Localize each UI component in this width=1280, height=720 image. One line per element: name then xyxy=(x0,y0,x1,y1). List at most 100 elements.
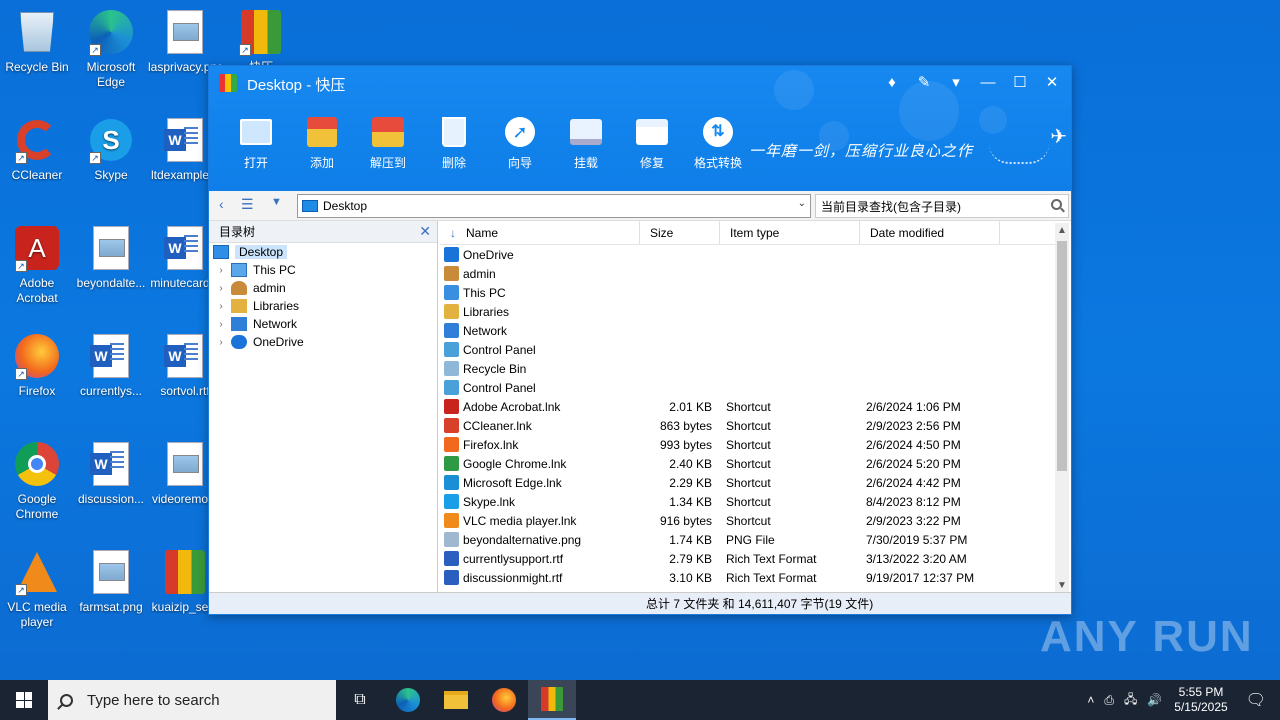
table-row[interactable]: Firefox.lnk 993 bytes Shortcut 2/6/2024 4:5… xyxy=(440,435,1055,454)
tool-extract-button[interactable]: 解压到 xyxy=(355,114,421,171)
taskbar-firefox[interactable] xyxy=(480,680,528,720)
desktop-icon-firefox[interactable]: ↗ Firefox xyxy=(0,332,74,399)
title-bar: Desktop - 快压 ♦ ✎ ▾ — ☐ ✕ 打开 添加 解压到 删除 ➚ … xyxy=(209,66,1071,191)
desktop-icon-skype[interactable]: S ↗ Skype xyxy=(74,116,148,183)
taskbar-file-explorer[interactable] xyxy=(432,680,480,720)
table-row[interactable]: admin xyxy=(440,264,1055,283)
device-icon[interactable]: ⎙ xyxy=(1104,693,1114,708)
table-row[interactable]: beyondalternative.png 1.74 KB PNG File 7/30… xyxy=(440,530,1055,549)
table-row[interactable]: Adobe Acrobat.lnk 2.01 KB Shortcut 2/6/2024… xyxy=(440,397,1055,416)
expand-arrow-icon[interactable]: › xyxy=(215,301,227,312)
tree-item-this-pc[interactable]: › This PC xyxy=(209,261,437,279)
table-row[interactable]: Google Chrome.lnk 2.40 KB Shortcut 2/6/2024… xyxy=(440,454,1055,473)
minimize-button[interactable]: — xyxy=(975,70,1001,94)
table-row[interactable]: discussionmight.rtf 3.10 KB Rich Text Form… xyxy=(440,568,1055,587)
tool-delete-button[interactable]: 删除 xyxy=(421,114,487,171)
file-date-cell: 2/6/2024 1:06 PM xyxy=(866,399,961,414)
desktop-icon-ccleaner[interactable]: ↗ CCleaner xyxy=(0,116,74,183)
table-row[interactable]: Libraries xyxy=(440,302,1055,321)
maximize-button[interactable]: ☐ xyxy=(1007,70,1033,94)
search-input[interactable]: 当前目录查找(包含子目录) xyxy=(815,194,1069,218)
file-size-cell: 1.34 KB xyxy=(669,494,712,509)
close-button[interactable]: ✕ xyxy=(1039,70,1065,94)
table-row[interactable]: Microsoft Edge.lnk 2.29 KB Shortcut 2/6/202… xyxy=(440,473,1055,492)
view-list-icon[interactable]: ☰ xyxy=(241,196,254,213)
desktop-icon-vlc[interactable]: ↗ VLC media player xyxy=(0,548,74,630)
table-row[interactable]: OneDrive xyxy=(440,245,1055,264)
file-size-cell: 3.10 KB xyxy=(669,570,712,585)
tool-mount-button[interactable]: 挂载 xyxy=(553,114,619,171)
directory-tree: 目录树 ✕ Desktop › This PC › admin › Librar… xyxy=(209,221,438,593)
desktop-icon-recycle-bin[interactable]: Recycle Bin xyxy=(0,8,74,75)
taskbar-kuaiya[interactable] xyxy=(528,680,576,720)
file-date-cell: 7/30/2019 5:37 PM xyxy=(866,532,968,547)
table-row[interactable]: VLC media player.lnk 916 bytes Shortcut 2/9… xyxy=(440,511,1055,530)
feedback-icon[interactable]: ✎ xyxy=(911,70,937,94)
notifications-icon[interactable]: 🗨 xyxy=(1246,690,1266,710)
tree-item-desktop[interactable]: Desktop xyxy=(209,243,437,261)
table-row[interactable]: currentlysupport.rtf 2.79 KB Rich Text For… xyxy=(440,549,1055,568)
tool-add-button[interactable]: 添加 xyxy=(289,114,355,171)
desktop-icon-currentlysupport[interactable]: W currentlys... xyxy=(74,332,148,399)
taskbar-edge[interactable] xyxy=(384,680,432,720)
file-list-scrollbar[interactable]: ▲ ▼ xyxy=(1055,223,1069,593)
tool-wizard-button[interactable]: ➚ 向导 xyxy=(487,114,553,171)
vip-diamond-icon[interactable]: ♦ xyxy=(879,70,905,94)
column-date-modified[interactable]: Date modified xyxy=(860,221,1000,245)
desktop-icon-farmsat[interactable]: farmsat.png xyxy=(74,548,148,615)
scroll-up-icon[interactable]: ▲ xyxy=(1057,225,1067,236)
search-icon xyxy=(60,693,73,707)
delete-icon xyxy=(436,114,472,150)
file-type-icon xyxy=(444,437,459,452)
view-dropdown-icon[interactable]: ▼ xyxy=(271,196,282,208)
tree-item-admin[interactable]: › admin xyxy=(209,279,437,297)
column-name[interactable]: ↓ Name xyxy=(440,221,640,245)
tool-repair-button[interactable]: 修复 xyxy=(619,114,685,171)
clock[interactable]: 5:55 PM 5/15/2025 xyxy=(1174,685,1227,715)
tool-open-button[interactable]: 打开 xyxy=(223,114,289,171)
expand-arrow-icon[interactable]: › xyxy=(215,337,227,348)
scroll-thumb[interactable] xyxy=(1057,241,1067,471)
table-row[interactable]: Control Panel xyxy=(440,378,1055,397)
table-row[interactable]: Network xyxy=(440,321,1055,340)
tree-item-onedrive[interactable]: › OneDrive xyxy=(209,333,437,351)
address-bar[interactable]: Desktop ⌄ xyxy=(297,194,811,218)
desktop-icon-microsoft-edge[interactable]: ↗ Microsoft Edge xyxy=(74,8,148,90)
file-size-cell: 2.01 KB xyxy=(669,399,712,414)
table-row[interactable]: This PC xyxy=(440,283,1055,302)
expand-arrow-icon[interactable]: › xyxy=(215,283,227,294)
table-row[interactable]: Recycle Bin xyxy=(440,359,1055,378)
scroll-down-icon[interactable]: ▼ xyxy=(1057,580,1067,591)
word-file-icon: W xyxy=(161,332,209,380)
search-icon[interactable] xyxy=(1051,199,1062,210)
table-row[interactable]: Control Panel xyxy=(440,340,1055,359)
table-row[interactable]: Skype.lnk 1.34 KB Shortcut 8/4/2023 8:12 PM xyxy=(440,492,1055,511)
tool-convert-button[interactable]: ⇅ 格式转换 xyxy=(685,114,751,171)
network-icon[interactable]: 🖧 xyxy=(1124,690,1137,711)
file-date-cell: 8/4/2023 8:12 PM xyxy=(866,494,961,509)
task-view-button[interactable]: ⧉ xyxy=(336,680,384,720)
start-button[interactable] xyxy=(0,680,48,720)
expand-arrow-icon[interactable]: › xyxy=(215,265,227,276)
file-name-cell: discussionmight.rtf xyxy=(440,570,640,585)
desktop-icon-adobe-acrobat[interactable]: A ↗ Adobe Acrobat xyxy=(0,224,74,306)
column-size[interactable]: Size xyxy=(640,221,720,245)
table-row[interactable]: CCleaner.lnk 863 bytes Shortcut 2/9/2023 2:… xyxy=(440,416,1055,435)
tree-item-network[interactable]: › Network xyxy=(209,315,437,333)
expand-arrow-icon[interactable]: › xyxy=(215,319,227,330)
menu-dropdown-icon[interactable]: ▾ xyxy=(943,70,969,94)
address-dropdown-icon[interactable]: ⌄ xyxy=(798,198,806,209)
volume-icon[interactable]: 🔊 xyxy=(1147,693,1162,707)
file-type-cell: Shortcut xyxy=(726,418,771,433)
taskbar-search-input[interactable]: Type here to search xyxy=(48,680,336,720)
file-type-icon xyxy=(444,323,459,338)
desktop-icon-beyondalternative[interactable]: beyondalte... xyxy=(74,224,148,291)
file-type-icon xyxy=(444,285,459,300)
desktop-icon-google-chrome[interactable]: Google Chrome xyxy=(0,440,74,522)
tree-close-icon[interactable]: ✕ xyxy=(419,223,431,240)
back-button[interactable]: ‹ xyxy=(219,196,224,212)
desktop-icon-discussionmight[interactable]: W discussion... xyxy=(74,440,148,507)
chevron-up-icon[interactable]: ˄ xyxy=(1087,693,1094,707)
column-item-type[interactable]: Item type xyxy=(720,221,860,245)
tree-item-libraries[interactable]: › Libraries xyxy=(209,297,437,315)
